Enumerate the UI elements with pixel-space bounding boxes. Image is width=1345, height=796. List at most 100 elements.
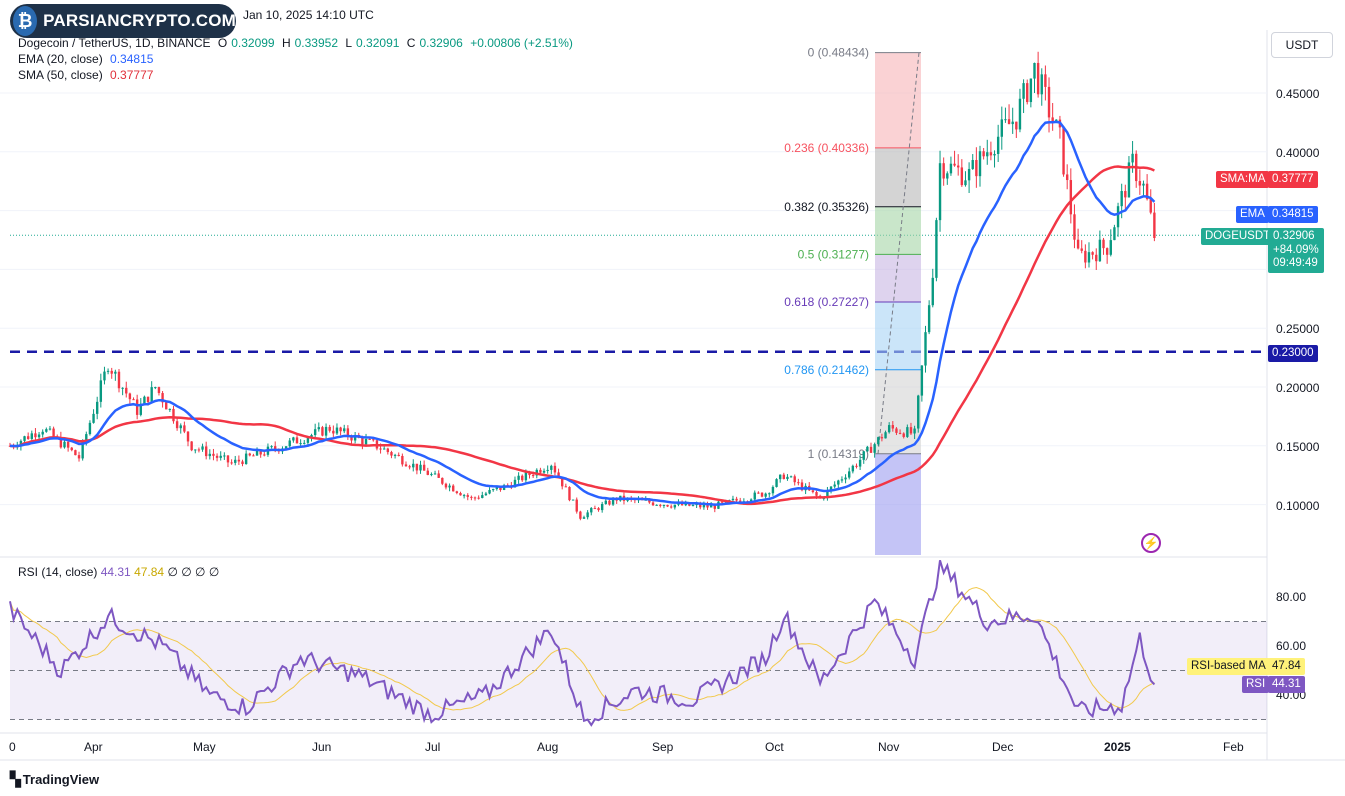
- candle-body: [226, 455, 230, 463]
- candle-body: [1116, 206, 1120, 228]
- candle-body: [372, 439, 375, 441]
- candle-body: [571, 499, 575, 501]
- candle-body: [343, 428, 346, 432]
- rsi-legend-extra: ∅ ∅ ∅ ∅: [167, 565, 220, 579]
- candle-body: [833, 484, 836, 487]
- last-price-pct: +84.09%: [1273, 243, 1319, 256]
- candle-body: [481, 495, 484, 498]
- time-tick: Jun: [312, 740, 332, 754]
- candle-body: [978, 151, 982, 177]
- candle-body: [248, 453, 251, 456]
- candle-body: [437, 473, 440, 478]
- tradingview-logo-icon: ▚: [10, 771, 21, 787]
- candle-body: [197, 449, 201, 451]
- rsi-ma-tag-label: RSI-based MA: [1191, 660, 1266, 672]
- candle-body: [931, 277, 934, 306]
- candle-body: [241, 461, 244, 465]
- candle-body: [887, 425, 891, 433]
- candle-body: [873, 444, 876, 453]
- candle-body: [917, 395, 920, 429]
- candle-body: [448, 485, 451, 488]
- rsi-tag-value: 44.31: [1268, 676, 1305, 693]
- candle-body: [524, 472, 528, 481]
- candle-body: [1076, 239, 1080, 249]
- candle-body: [48, 428, 52, 430]
- candle-body: [651, 502, 655, 506]
- candle-body: [179, 425, 182, 429]
- candle-body: [66, 441, 70, 448]
- time-tick: 2025: [1104, 740, 1131, 754]
- candle-body: [1131, 153, 1134, 163]
- candle-body: [204, 446, 208, 457]
- candle-body: [201, 446, 204, 450]
- candle-body: [1047, 86, 1051, 118]
- candle-body: [1105, 248, 1109, 255]
- candle-body: [927, 305, 931, 333]
- rsi-legend[interactable]: RSI (14, close) 44.31 47.84 ∅ ∅ ∅ ∅: [18, 565, 219, 579]
- ema-tag-label: EMA: [1240, 208, 1265, 220]
- candle-body: [1000, 119, 1003, 137]
- candle-body: [339, 427, 342, 432]
- candle-body: [659, 504, 662, 506]
- candle-body: [110, 370, 113, 374]
- candle-body: [1065, 174, 1069, 181]
- candle-body: [964, 180, 967, 186]
- fibonacci-retracement[interactable]: 0 (0.48434) 0.236 (0.40336) 0.382 (0.35326…: [784, 46, 921, 555]
- candle-body: [143, 396, 146, 404]
- candle-body: [655, 504, 658, 506]
- flash-icon[interactable]: ⚡: [1141, 533, 1161, 553]
- candle-body: [1004, 119, 1007, 121]
- price-chart[interactable]: 0 (0.48434) 0.236 (0.40336) 0.382 (0.35326…: [0, 0, 1345, 796]
- candle-body: [466, 495, 469, 497]
- fib-zone: [875, 453, 921, 555]
- price-tick: 0.25000: [1276, 322, 1320, 336]
- candle-body: [662, 504, 666, 506]
- candle-body: [444, 483, 448, 488]
- rsi-legend-ma: 47.84: [134, 565, 165, 579]
- moving-averages: [9, 120, 1156, 506]
- price-tick: 0.10000: [1276, 499, 1320, 513]
- symbol-tag: DOGEUSDT: [1201, 228, 1275, 245]
- candle-body: [1095, 254, 1098, 262]
- candle-body: [313, 429, 317, 436]
- tradingview-brand[interactable]: ▚ TradingView: [10, 771, 99, 788]
- candle-body: [913, 428, 916, 434]
- candle-body: [1149, 199, 1152, 213]
- rsi-legend-label: RSI (14, close): [18, 565, 98, 579]
- candle-body: [270, 446, 273, 448]
- candle-body: [190, 441, 193, 451]
- candle-body: [324, 426, 328, 436]
- candle-body: [441, 477, 444, 484]
- candle-body: [263, 454, 266, 456]
- time-tick: Jul: [425, 740, 441, 754]
- candle-body: [764, 493, 767, 497]
- candle-body: [121, 387, 124, 389]
- candle-body: [1022, 83, 1025, 99]
- candle-body: [364, 438, 368, 445]
- time-tick: Sep: [652, 740, 674, 754]
- candle-body: [1138, 181, 1142, 186]
- candle-body: [477, 497, 480, 499]
- sma-tag-value: 0.37777: [1268, 171, 1318, 188]
- candle-body: [292, 437, 295, 441]
- candle-body: [37, 434, 41, 438]
- candle-body: [996, 136, 1000, 154]
- rsi-ma-tag: RSI-based MA: [1187, 658, 1270, 675]
- candle-body: [491, 489, 495, 491]
- fib-level-label: 0.5 (0.31277): [798, 247, 869, 261]
- candle-body: [757, 492, 760, 494]
- price-tick: 0.40000: [1276, 146, 1320, 160]
- candle-body: [77, 455, 81, 459]
- candle-body: [971, 160, 974, 169]
- candle-body: [975, 160, 978, 177]
- candle-body: [982, 151, 985, 157]
- candle-body: [52, 428, 55, 437]
- candle-body: [568, 486, 571, 501]
- candle-body: [1087, 252, 1091, 263]
- candle-body: [949, 163, 953, 174]
- candle-body: [1029, 78, 1033, 103]
- candle-body: [713, 505, 716, 509]
- candle-body: [117, 371, 121, 389]
- candle-body: [564, 486, 568, 488]
- candle-body: [669, 506, 673, 508]
